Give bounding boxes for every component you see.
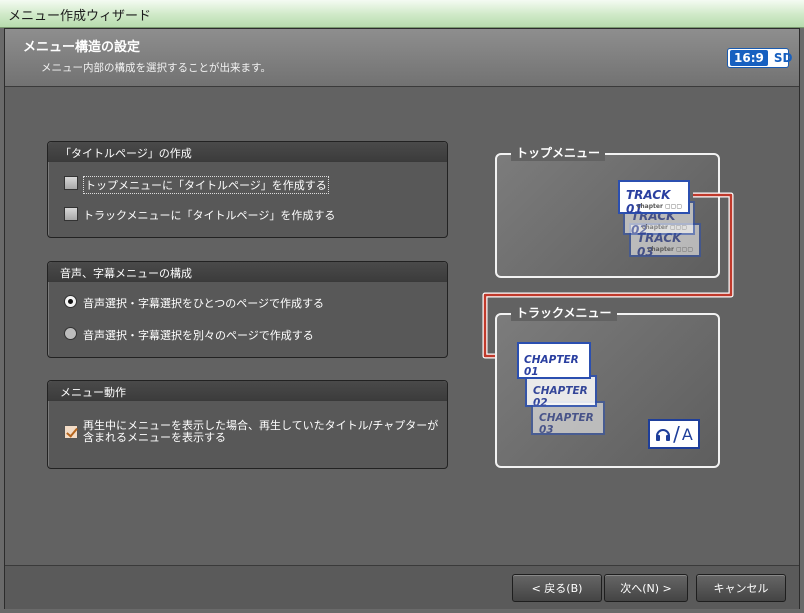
header-panel: メニュー構造の設定 メニュー内部の構成を選択することが出来ます。 16:9 SD	[5, 29, 799, 87]
aspect-ratio-badge: 16:9	[730, 50, 768, 66]
title-page-heading: 「タイトルページ」の作成	[48, 142, 447, 162]
menu-action-group: メニュー動作 再生中にメニューを表示した場合、再生していたタイトル/チャプターが…	[47, 380, 448, 469]
subtitle-letter: A	[681, 424, 693, 444]
single-page-option[interactable]: 音声選択・字幕選択をひとつのページで作成する	[64, 295, 324, 311]
slash-divider: /	[673, 422, 680, 446]
chapter-card-2-title: CHAPTER 02	[533, 385, 588, 409]
cancel-button[interactable]: キャンセル	[696, 574, 786, 602]
single-page-radio[interactable]	[64, 295, 77, 308]
separate-pages-radio[interactable]	[64, 327, 77, 340]
audio-subtitle-icon: / A	[648, 419, 700, 449]
wizard-frame: メニュー構造の設定 メニュー内部の構成を選択することが出来ます。 16:9 SD…	[4, 28, 800, 609]
audio-subtitle-heading: 音声、字幕メニューの構成	[48, 262, 447, 282]
chapter-card-1-title: CHAPTER 01	[524, 354, 579, 378]
top-menu-title-page-label: トップメニューに「タイトルページ」を作成する	[83, 176, 329, 194]
audio-subtitle-group: 音声、字幕メニューの構成 音声選択・字幕選択をひとつのページで作成する 音声選択…	[47, 261, 448, 358]
track-menu-preview-label: トラックメニュー	[511, 304, 617, 321]
show-playing-menu-option[interactable]: 再生中にメニューを表示した場合、再生していたタイトル/チャプターが 含まれるメニ…	[64, 420, 438, 444]
headphones-icon	[656, 429, 671, 441]
track-menu-title-page-label: トラックメニューに「タイトルページ」を作成する	[83, 209, 336, 222]
chapter-card-1: CHAPTER 01	[517, 342, 591, 379]
chapter-card-3-title: CHAPTER 03	[539, 412, 594, 436]
footer-bar: < 戻る(B) 次へ(N) > キャンセル	[5, 565, 799, 609]
show-playing-menu-line2: 含まれるメニューを表示する	[83, 431, 226, 444]
top-menu-title-page-option[interactable]: トップメニューに「タイトルページ」を作成する	[64, 176, 329, 194]
format-badge: 16:9 SD	[727, 48, 792, 68]
window-title: メニュー作成ウィザード	[8, 9, 152, 24]
track-menu-title-page-option[interactable]: トラックメニューに「タイトルページ」を作成する	[64, 207, 335, 223]
page-title: メニュー構造の設定	[23, 40, 141, 55]
show-playing-menu-checkbox[interactable]	[64, 425, 78, 439]
show-playing-menu-text: 再生中にメニューを表示した場合、再生していたタイトル/チャプターが 含まれるメニ…	[83, 420, 438, 444]
top-menu-title-page-checkbox[interactable]	[64, 176, 78, 190]
single-page-label: 音声選択・字幕選択をひとつのページで作成する	[83, 297, 325, 310]
top-menu-preview-label: トップメニュー	[511, 144, 606, 161]
chapter-card-2: CHAPTER 02	[525, 375, 597, 409]
separate-pages-label: 音声選択・字幕選択を別々のページで作成する	[83, 329, 314, 342]
track-menu-preview: トラックメニュー CHAPTER 03 CHAPTER 02 CHAPTER 0…	[495, 304, 720, 468]
sd-badge: SD	[773, 51, 793, 65]
separate-pages-option[interactable]: 音声選択・字幕選択を別々のページで作成する	[64, 327, 314, 343]
window-titlebar: メニュー作成ウィザード	[0, 0, 804, 28]
back-button[interactable]: < 戻る(B)	[512, 574, 602, 602]
next-button[interactable]: 次へ(N) >	[604, 574, 688, 602]
page-subtitle: メニュー内部の構成を選択することが出来ます。	[41, 62, 271, 74]
menu-action-heading: メニュー動作	[48, 381, 447, 401]
title-page-group: 「タイトルページ」の作成 トップメニューに「タイトルページ」を作成する トラック…	[47, 141, 448, 238]
track-menu-title-page-checkbox[interactable]	[64, 207, 78, 221]
